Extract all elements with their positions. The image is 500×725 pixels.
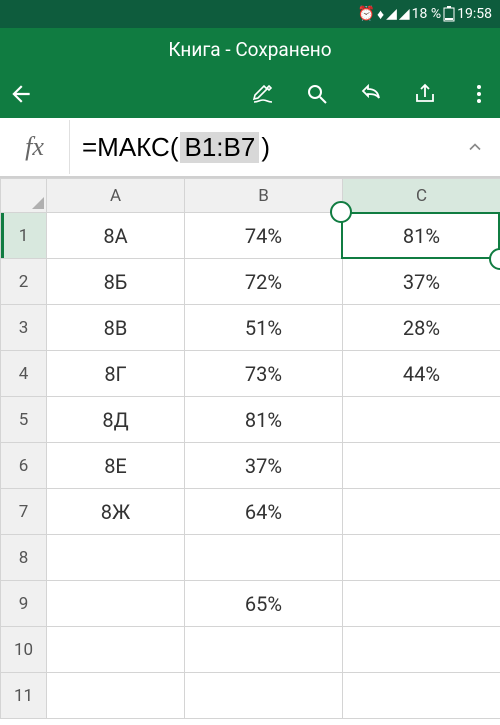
formula-suffix: ) <box>261 132 270 163</box>
cell[interactable]: 74% <box>185 213 343 259</box>
cell[interactable]: 8Г <box>47 351 185 397</box>
row-header[interactable]: 1 <box>1 213 47 259</box>
cell[interactable]: 37% <box>185 443 343 489</box>
cell[interactable] <box>47 673 185 719</box>
cell[interactable] <box>47 535 185 581</box>
formula-bar: fx =МАКС( B1:B7 ) <box>0 118 500 178</box>
document-title: Книга - Сохранено <box>0 28 500 70</box>
draw-icon[interactable] <box>250 81 276 107</box>
cell[interactable]: 51% <box>185 305 343 351</box>
row-header[interactable]: 3 <box>1 305 47 351</box>
cell[interactable]: 65% <box>185 581 343 627</box>
row-header[interactable]: 7 <box>1 489 47 535</box>
signal-icon: ◢ <box>386 6 397 22</box>
cell[interactable]: 73% <box>185 351 343 397</box>
battery-text: 18 % <box>412 6 441 22</box>
cell[interactable]: 8В <box>47 305 185 351</box>
status-icons: ⏰ ♦ ◢ ◢ 18 % 19:58 <box>358 6 493 23</box>
cell[interactable]: 72% <box>185 259 343 305</box>
row-header[interactable]: 6 <box>1 443 47 489</box>
cell[interactable]: 28% <box>343 305 500 351</box>
row-header[interactable]: 8 <box>1 535 47 581</box>
app-header: Книга - Сохранено <box>0 28 500 118</box>
collapse-formula-icon[interactable] <box>450 137 500 157</box>
undo-icon[interactable] <box>358 81 384 107</box>
cell[interactable]: 8Е <box>47 443 185 489</box>
alarm-icon: ⏰ <box>358 6 375 22</box>
cell[interactable]: 81% <box>185 397 343 443</box>
cell[interactable] <box>343 673 500 719</box>
search-icon[interactable] <box>304 81 330 107</box>
grid-body: 1 8А 74% 81% 2 8Б 72% 37% 3 8В 51% 28% 4… <box>1 213 500 719</box>
row-header[interactable]: 9 <box>1 581 47 627</box>
row-header[interactable]: 5 <box>1 397 47 443</box>
cell[interactable] <box>185 673 343 719</box>
fx-label[interactable]: fx <box>0 120 70 174</box>
more-icon[interactable] <box>466 81 492 107</box>
cell-selected[interactable]: 81% <box>343 213 500 259</box>
cell[interactable] <box>185 627 343 673</box>
col-header-b[interactable]: B <box>185 179 343 213</box>
cell[interactable] <box>343 397 500 443</box>
cell[interactable] <box>47 581 185 627</box>
col-header-c[interactable]: C <box>343 179 500 213</box>
cell[interactable]: 8Б <box>47 259 185 305</box>
row-header[interactable]: 11 <box>1 673 47 719</box>
signal-icon: ◢ <box>399 6 410 22</box>
cell[interactable] <box>343 627 500 673</box>
grid-table: A B C 1 8А 74% 81% 2 8Б 72% 37% 3 8В 51% <box>0 178 500 719</box>
cell[interactable]: 44% <box>343 351 500 397</box>
cell[interactable]: 8А <box>47 213 185 259</box>
cell[interactable]: 8Ж <box>47 489 185 535</box>
cell[interactable] <box>343 535 500 581</box>
clock-text: 19:58 <box>457 6 492 22</box>
cell[interactable] <box>343 443 500 489</box>
col-header-a[interactable]: A <box>47 179 185 213</box>
back-button[interactable] <box>8 81 34 107</box>
title-text: Книга - Сохранено <box>168 38 331 61</box>
android-status-bar: ⏰ ♦ ◢ ◢ 18 % 19:58 <box>0 0 500 28</box>
cell[interactable]: 64% <box>185 489 343 535</box>
formula-input[interactable]: =МАКС( B1:B7 ) <box>70 132 450 163</box>
toolbar <box>0 70 500 118</box>
row-header[interactable]: 10 <box>1 627 47 673</box>
share-icon[interactable] <box>412 81 438 107</box>
formula-prefix: =МАКС( <box>82 132 178 163</box>
select-all-corner[interactable] <box>1 179 47 213</box>
row-header[interactable]: 4 <box>1 351 47 397</box>
cell[interactable] <box>343 581 500 627</box>
wifi-icon: ♦ <box>377 6 384 23</box>
cell[interactable]: 37% <box>343 259 500 305</box>
formula-range: B1:B7 <box>180 132 259 163</box>
battery-icon <box>443 6 455 22</box>
cell[interactable]: 8Д <box>47 397 185 443</box>
spreadsheet[interactable]: A B C 1 8А 74% 81% 2 8Б 72% 37% 3 8В 51% <box>0 178 500 719</box>
cell[interactable] <box>47 627 185 673</box>
cell[interactable] <box>343 489 500 535</box>
row-header[interactable]: 2 <box>1 259 47 305</box>
cell[interactable] <box>185 535 343 581</box>
